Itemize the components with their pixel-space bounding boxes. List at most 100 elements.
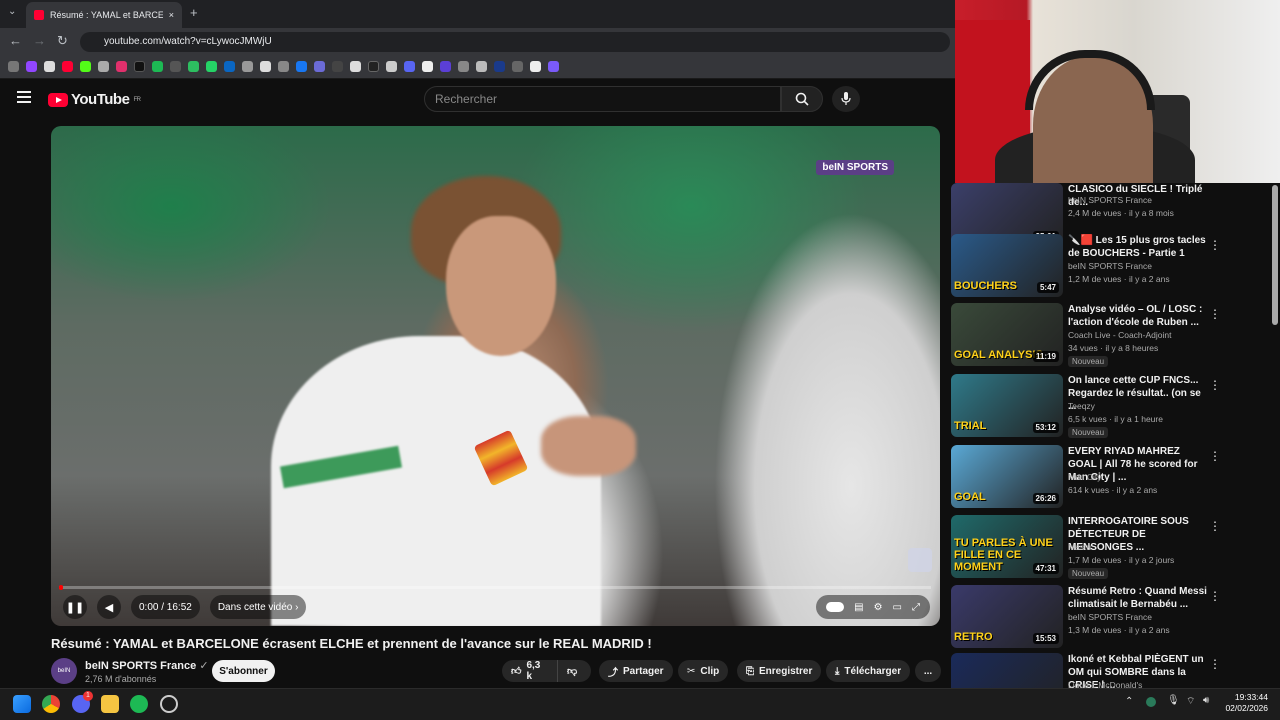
video-thumbnail[interactable]: TRIAL 53:12 — [951, 374, 1063, 437]
bookmark-icon[interactable] — [530, 61, 541, 72]
more-options-icon[interactable]: ⋮ — [1209, 449, 1221, 463]
channel-watermark-icon[interactable] — [908, 548, 932, 572]
video-thumbnail[interactable]: GOAL 26:26 — [951, 445, 1063, 508]
recommendation-title[interactable]: Analyse vidéo – OL / LOSC : l'action d'é… — [1068, 303, 1208, 329]
subscribe-button[interactable]: S'abonner — [212, 660, 275, 682]
bookmark-icon[interactable] — [512, 61, 523, 72]
bookmark-icon[interactable] — [350, 61, 361, 72]
video-thumbnail[interactable]: GOAL ANALYSIS 11:19 — [951, 303, 1063, 366]
recommendation-title[interactable]: Résumé Retro : Quand Messi climatisait l… — [1068, 585, 1208, 611]
app-icon[interactable] — [160, 695, 178, 713]
bookmark-icon[interactable] — [242, 61, 253, 72]
chrome-icon[interactable] — [42, 695, 60, 713]
apps-icon[interactable] — [8, 61, 19, 72]
download-button[interactable]: ⤓ Télécharger — [826, 660, 911, 682]
bookmark-icon[interactable] — [170, 61, 181, 72]
recommendation-item[interactable]: GOAL 26:26 EVERY RIYAD MAHREZ GOAL | All 7… — [951, 445, 1271, 511]
pause-button[interactable]: ❚❚ — [63, 595, 87, 619]
youtube-logo[interactable]: YouTube FR — [48, 91, 141, 108]
tray-mic-icon[interactable]: 🎙︎ — [1167, 695, 1180, 706]
bookmark-icon[interactable] — [332, 61, 343, 72]
whatsapp-bookmark-icon[interactable] — [206, 61, 217, 72]
new-tab-button[interactable]: + — [190, 5, 198, 20]
system-clock[interactable]: 19:33:44 02/02/2026 — [1225, 692, 1268, 714]
video-thumbnail[interactable]: BOUCHERS 5:47 — [951, 234, 1063, 297]
like-button[interactable]: 👍︎ 6,3 k — [502, 660, 557, 682]
spotify-icon[interactable] — [130, 695, 148, 713]
share-button[interactable]: ⤴ Partager — [599, 660, 673, 682]
save-button[interactable]: ⎘ Enregistrer — [737, 660, 822, 682]
info-bookmark-icon[interactable] — [260, 61, 271, 72]
youtube-bookmark-icon[interactable] — [62, 61, 73, 72]
back-icon[interactable]: ← — [9, 33, 22, 48]
more-actions-button[interactable]: ... — [915, 660, 941, 682]
progress-playhead[interactable] — [59, 585, 63, 590]
volume-tray-icon[interactable]: 🔊︎ — [1203, 695, 1209, 706]
more-options-icon[interactable]: ⋮ — [1209, 657, 1221, 671]
video-thumbnail[interactable]: TU PARLES À UNE FILLE EN CE MOMENT 47:31 — [951, 515, 1063, 578]
dislike-button[interactable]: 👎︎ — [557, 660, 591, 682]
bookmark-icon[interactable] — [476, 61, 487, 72]
recommendation-channel[interactable]: Teeqzy — [1068, 401, 1095, 411]
kick-bookmark-icon[interactable] — [80, 61, 91, 72]
tiktok-bookmark-icon[interactable] — [134, 61, 145, 72]
more-options-icon[interactable]: ⋮ — [1209, 238, 1221, 252]
more-options-icon[interactable]: ⋮ — [1209, 589, 1221, 603]
x-bookmark-icon[interactable] — [44, 61, 55, 72]
miniplayer-icon[interactable]: ▭ — [893, 602, 902, 613]
sidebar-scrollbar[interactable] — [1272, 185, 1278, 325]
bookmark-icon[interactable] — [386, 61, 397, 72]
bookmark-icon[interactable] — [422, 61, 433, 72]
instagram-bookmark-icon[interactable] — [116, 61, 127, 72]
recommendation-channel[interactable]: beIN SPORTS France — [1068, 261, 1152, 271]
voice-search-button[interactable] — [832, 86, 860, 112]
recommendation-channel[interactable]: beIN SPORTS France — [1068, 195, 1152, 205]
tray-app-icon[interactable] — [1146, 697, 1156, 707]
recommendation-channel[interactable]: beIN SPORTS France — [1068, 612, 1152, 622]
channel-name[interactable]: beIN SPORTS France ✓ — [85, 659, 209, 672]
video-player[interactable]: beIN SPORTS ❚❚ ◀ 0:00 / 16:52 Dans cette… — [51, 126, 940, 626]
subtitles-icon[interactable]: ▤ — [854, 602, 863, 613]
recommendation-channel[interactable]: Mastu — [1068, 542, 1091, 552]
tray-chevron-icon[interactable]: ⌃ — [1125, 696, 1133, 707]
recommendation-item[interactable]: RETRO 15:53 Résumé Retro : Quand Messi cli… — [951, 585, 1271, 651]
bookmark-icon[interactable] — [494, 61, 505, 72]
recommendation-item[interactable]: BOUCHERS 5:47 🔪🟥 Les 15 plus gros tacles d… — [951, 234, 1271, 300]
chapter-button[interactable]: Dans cette vidéo › — [209, 595, 307, 619]
bookmark-icon[interactable] — [188, 61, 199, 72]
bookmark-icon[interactable] — [368, 61, 379, 72]
bookmark-icon[interactable] — [314, 61, 325, 72]
more-options-icon[interactable]: ⋮ — [1209, 378, 1221, 392]
bookmark-icon[interactable] — [404, 61, 415, 72]
settings-icon[interactable]: ⚙ — [874, 602, 883, 613]
bookmark-icon[interactable] — [98, 61, 109, 72]
bookmark-icon[interactable] — [440, 61, 451, 72]
tab-close-icon[interactable]: × — [169, 10, 174, 20]
search-input[interactable]: Rechercher — [424, 86, 781, 112]
recommendation-item[interactable]: GOAL ANALYSIS 11:19 Analyse vidéo – OL / L… — [951, 303, 1271, 369]
more-options-icon[interactable]: ⋮ — [1209, 307, 1221, 321]
tab-search-icon[interactable]: ⌄ — [8, 6, 16, 17]
bookmark-icon[interactable] — [278, 61, 289, 72]
bookmark-icon[interactable] — [458, 61, 469, 72]
recommendation-title[interactable]: 🔪🟥 Les 15 plus gros tacles de BOUCHERS -… — [1068, 234, 1208, 260]
recommendation-channel[interactable]: Man City — [1068, 472, 1102, 482]
url-field[interactable]: youtube.com/watch?v=cLywocJMWjU — [80, 32, 950, 52]
file-explorer-icon[interactable] — [101, 695, 119, 713]
volume-button[interactable]: ◀ — [97, 595, 121, 619]
windows-start-icon[interactable] — [13, 695, 31, 713]
recommendation-item[interactable]: TU PARLES À UNE FILLE EN CE MOMENT 47:31 I… — [951, 515, 1271, 581]
more-options-icon[interactable]: ⋮ — [1209, 519, 1221, 533]
discord-icon[interactable]: 1 — [72, 691, 93, 713]
recommendation-channel[interactable]: Coach Live - Coach-Adjoint — [1068, 330, 1171, 340]
recommendation-item[interactable]: TRIAL 53:12 On lance cette CUP FNCS... Reg… — [951, 374, 1271, 440]
browser-tab[interactable]: Résumé : YAMAL et BARCE × — [26, 2, 182, 28]
wifi-icon[interactable]: ⌔ — [1186, 695, 1195, 708]
linkedin-bookmark-icon[interactable] — [224, 61, 235, 72]
progress-bar[interactable] — [59, 586, 931, 589]
bookmark-icon[interactable] — [548, 61, 559, 72]
bookmark-icon[interactable] — [152, 61, 163, 72]
channel-avatar[interactable]: beIN — [51, 658, 77, 684]
search-button[interactable] — [781, 86, 823, 112]
reload-icon[interactable]: ↻ — [57, 33, 68, 49]
